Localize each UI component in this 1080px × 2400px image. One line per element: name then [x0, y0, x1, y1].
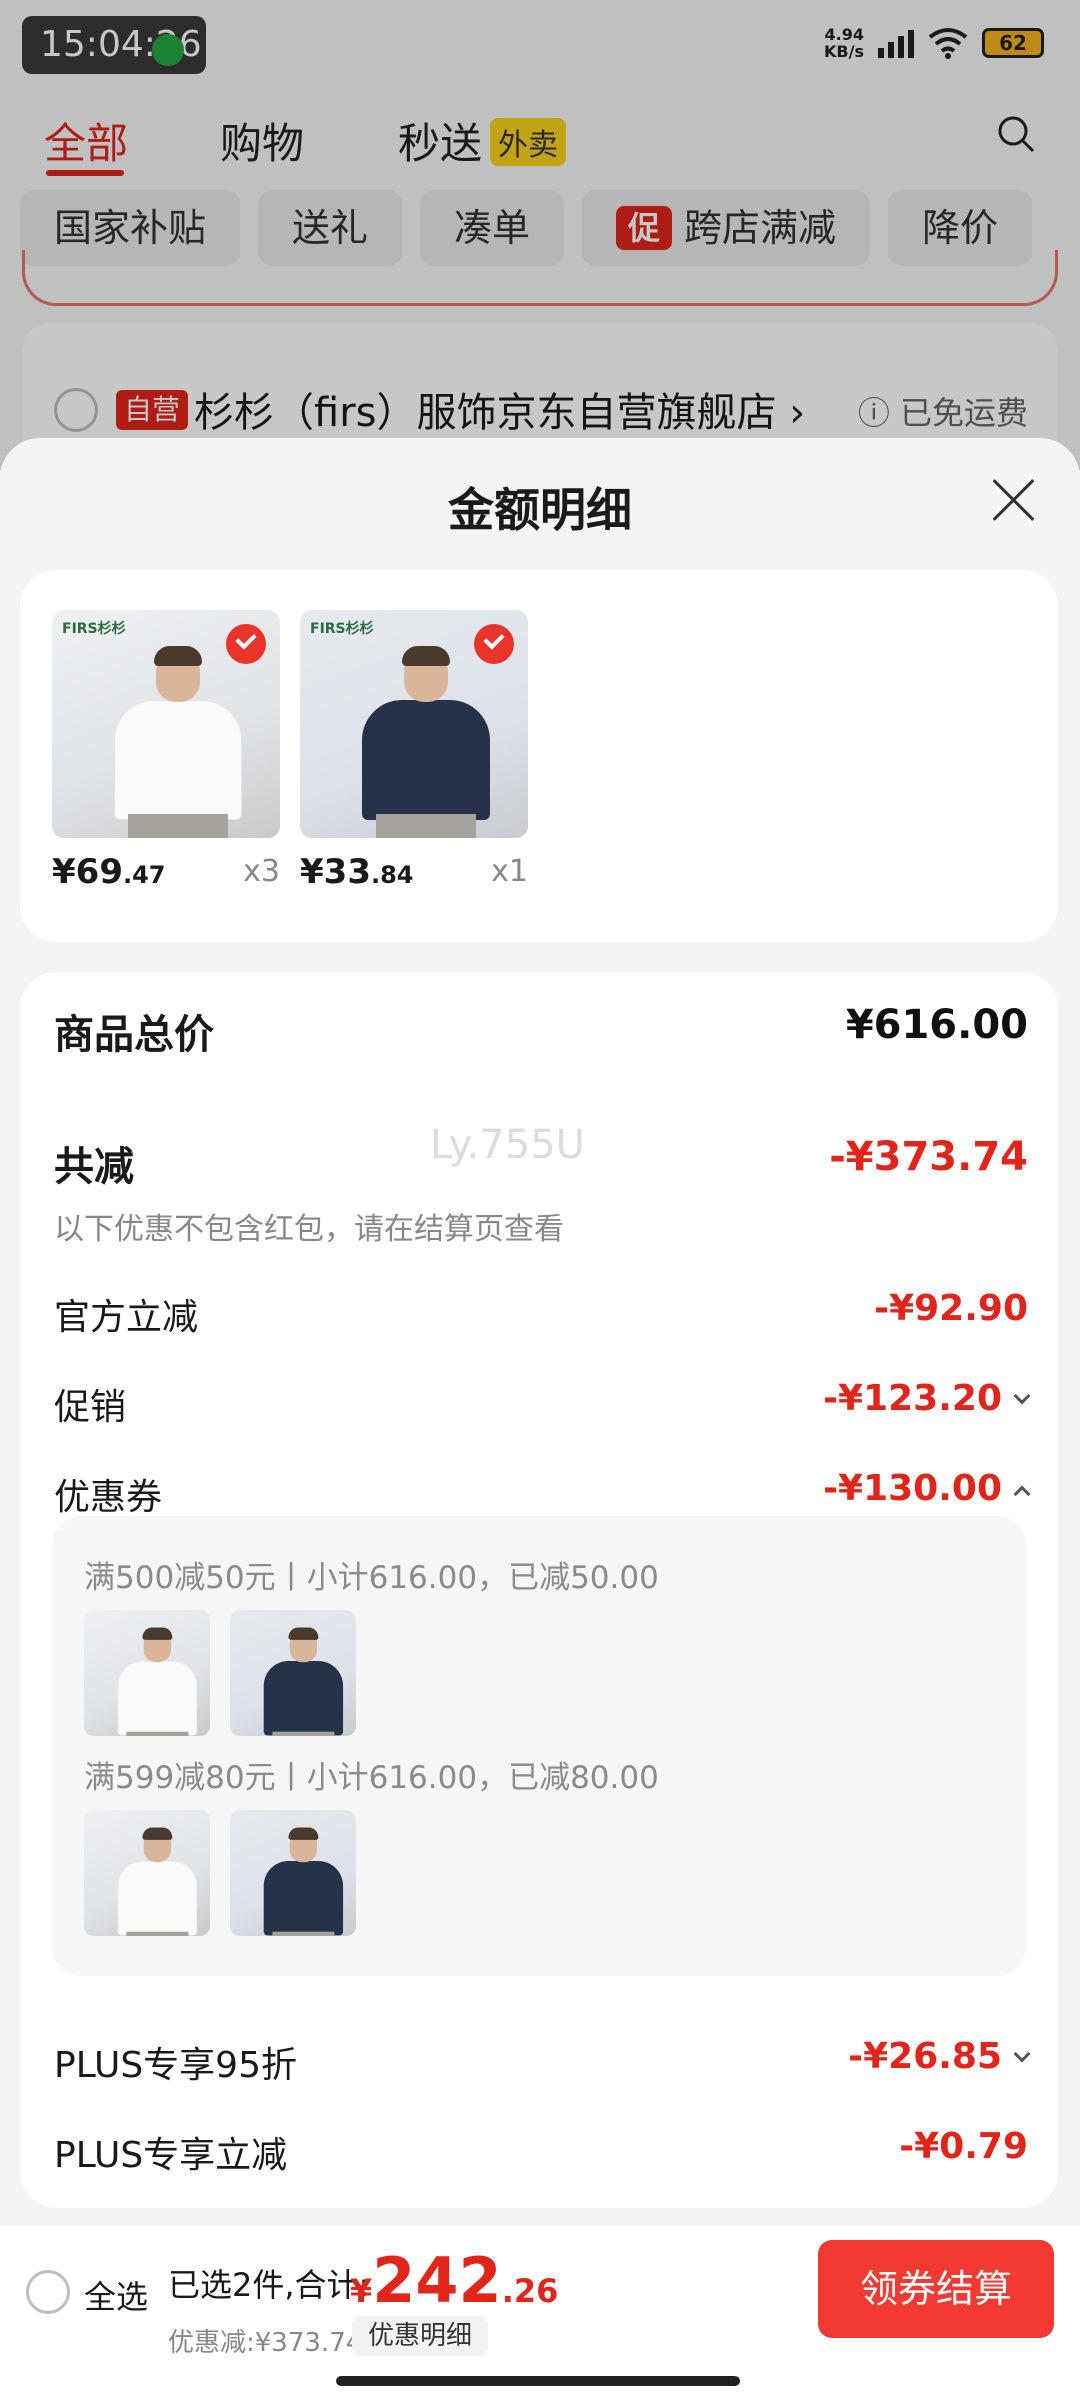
brand-logo: FIRS杉杉	[62, 621, 126, 637]
product-image: FIRS杉杉	[52, 610, 280, 838]
promo-label: 促销	[54, 1387, 127, 1428]
products-card: FIRS杉杉 ¥69.47 x3 FIRS杉杉 ¥33.84 x1	[20, 570, 1058, 942]
discount-detail-button[interactable]: 优惠明细	[352, 2316, 489, 2356]
select-all-label[interactable]: 全选	[84, 2272, 148, 2318]
coupon-product-thumb	[84, 1810, 210, 1936]
reduce-label: 共减	[54, 1144, 134, 1190]
selected-check-icon[interactable]	[226, 624, 266, 664]
plus-reduce-value: -¥0.79	[899, 2126, 1028, 2167]
plus95-label: PLUS专享95折	[54, 2045, 297, 2086]
product-price: ¥33.84 x1	[300, 852, 528, 892]
reduce-note: 以下优惠不包含红包，请在结算页查看	[54, 1212, 564, 1247]
coupon-label: 优惠券	[54, 1477, 163, 1518]
coupon-rule: 满599减80元丨小计616.00，已减80.00	[84, 1760, 659, 1796]
chevron-down-icon[interactable]	[1013, 2045, 1031, 2063]
product-qty: x3	[243, 854, 280, 889]
coupon-value: -¥130.00	[823, 1468, 1031, 1509]
product-item[interactable]: FIRS杉杉 ¥69.47 x3	[52, 610, 280, 892]
plus95-value: -¥26.85	[848, 2036, 1031, 2077]
checkout-bar: 全选 已选2件,合计: ¥242.26 优惠减:¥373.74 优惠明细 领券结…	[0, 2226, 1080, 2400]
amount-detail-sheet: 金额明细 FIRS杉杉 ¥69.47 x3 FIRS杉杉 ¥33.84 x1 L…	[0, 438, 1080, 2400]
reduce-value: -¥373.74	[829, 1134, 1028, 1180]
total-label: 商品总价	[54, 1012, 214, 1058]
official-label: 官方立减	[54, 1297, 199, 1338]
model-figure	[356, 646, 496, 838]
plus-reduce-label: PLUS专享立减	[54, 2135, 288, 2176]
product-image: FIRS杉杉	[300, 610, 528, 838]
selected-check-icon[interactable]	[474, 624, 514, 664]
product-item[interactable]: FIRS杉杉 ¥33.84 x1	[300, 610, 528, 892]
amount-detail-card: Ly.755U 商品总价 ¥616.00 共减 -¥373.74 以下优惠不包含…	[20, 972, 1058, 2208]
saved-amount: 优惠减:¥373.74	[168, 2328, 363, 2358]
official-value: -¥92.90	[874, 1288, 1028, 1329]
close-icon[interactable]	[990, 476, 1038, 524]
checkout-button[interactable]: 领券结算	[818, 2240, 1054, 2338]
chevron-down-icon[interactable]	[1013, 1387, 1031, 1405]
coupon-breakdown: 满500减50元丨小计616.00，已减50.00 满599减80元丨小计616…	[52, 1516, 1026, 1976]
promo-value: -¥123.20	[823, 1378, 1031, 1419]
product-price: ¥69.47 x3	[52, 852, 280, 892]
coupon-product-thumb	[230, 1810, 356, 1936]
dim-overlay[interactable]	[0, 0, 1080, 470]
chevron-up-icon[interactable]	[1013, 1485, 1031, 1503]
cart-background: 15:04:26 4.94 KB/s 62 全部 购物 秒送 外卖 国家补贴 送…	[0, 0, 1080, 482]
coupon-product-thumb	[230, 1610, 356, 1736]
brand-logo: FIRS杉杉	[310, 621, 374, 637]
total-value: ¥616.00	[845, 1002, 1028, 1048]
watermark: Ly.755U	[430, 1122, 585, 1168]
coupon-rule: 满500减50元丨小计616.00，已减50.00	[84, 1560, 659, 1596]
sheet-title: 金额明细	[448, 483, 632, 537]
total-amount: ¥242.26	[350, 2244, 559, 2317]
product-qty: x1	[491, 854, 528, 889]
home-indicator[interactable]	[336, 2376, 740, 2386]
select-all-radio[interactable]	[26, 2270, 70, 2314]
selected-count: 已选2件,合计:	[168, 2266, 370, 2304]
coupon-product-thumb	[84, 1610, 210, 1736]
model-figure	[108, 646, 248, 838]
